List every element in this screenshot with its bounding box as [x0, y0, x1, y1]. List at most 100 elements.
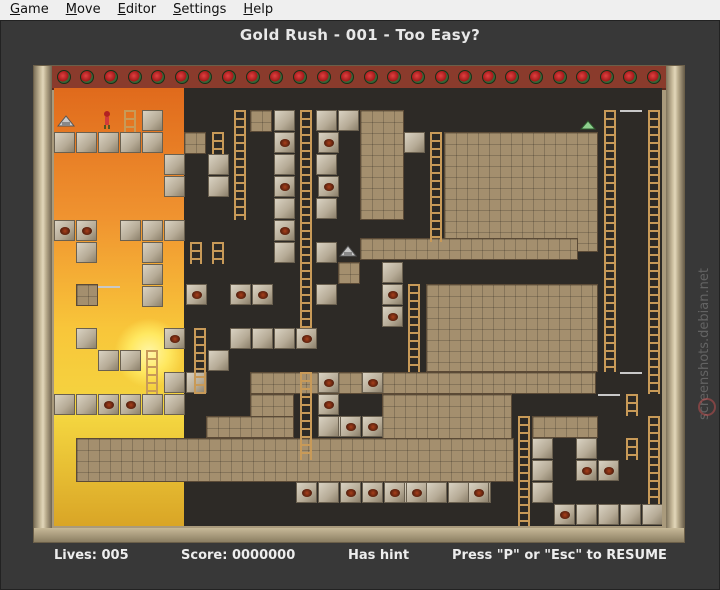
ladder [194, 328, 206, 394]
menu-move[interactable]: Move [56, 0, 108, 20]
ornament-icon [340, 70, 355, 84]
gold-pile-icon [274, 220, 295, 241]
gold-pile-icon [318, 394, 339, 415]
gold-pile-icon [362, 416, 383, 437]
gold-pile-icon [120, 394, 141, 415]
stone-block [316, 154, 337, 175]
ornament-icon [434, 70, 449, 84]
stone-block [54, 132, 75, 153]
stone-block [316, 198, 337, 219]
stone-block [142, 264, 163, 285]
menu-help[interactable]: Help [233, 0, 280, 20]
gold-pile-icon [382, 284, 403, 305]
gold-pile-icon [384, 482, 405, 503]
ornament-icon [292, 70, 307, 84]
brick-wall [426, 284, 598, 372]
ladder [212, 242, 224, 264]
stone-block [274, 110, 295, 131]
stone-block [620, 504, 641, 525]
stone-block [316, 284, 337, 305]
stone-block [274, 198, 295, 219]
ornament-icon [387, 70, 402, 84]
ladder [408, 284, 420, 372]
gold-pile-icon [598, 460, 619, 481]
gold-pile-icon [296, 482, 317, 503]
stone-block [142, 132, 163, 153]
brick-wall [360, 238, 578, 260]
stone-block [598, 504, 619, 525]
playfield[interactable] [54, 88, 662, 526]
ornament-icon [576, 70, 591, 84]
ladder [430, 132, 442, 242]
hand-bar [620, 110, 642, 112]
ladder [648, 416, 660, 504]
stone-block [76, 328, 97, 349]
stone-block [164, 394, 185, 415]
ornament-icon [647, 70, 662, 84]
stone-block [230, 328, 251, 349]
right-pillar [666, 66, 684, 542]
ornament-icon [127, 70, 142, 84]
ladder [626, 438, 638, 460]
ornament-icon [80, 70, 95, 84]
stone-block [120, 220, 141, 241]
stone-block [318, 482, 339, 503]
stone-block [142, 110, 163, 131]
gold-pile-icon [274, 176, 295, 197]
stone-block [208, 350, 229, 371]
brick-wall [206, 416, 294, 438]
menu-bar: Game Move Editor Settings Help [0, 0, 720, 21]
gold-pile-icon [296, 328, 317, 349]
stone-block [76, 394, 97, 415]
stone-block [164, 372, 185, 393]
menu-game[interactable]: Game [0, 0, 56, 20]
stone-block [576, 438, 597, 459]
debian-swirl-icon [698, 398, 716, 416]
status-bar: Lives: 005 Score: 0000000 Has hint Press… [0, 548, 720, 564]
brick-wall [444, 132, 598, 252]
enemy-icon [580, 120, 596, 130]
menu-settings[interactable]: Settings [163, 0, 233, 20]
hint-indicator: Has hint [348, 548, 410, 563]
gold-pile-icon [98, 394, 119, 415]
ornament-icon [410, 70, 425, 84]
stone-block [426, 482, 447, 503]
stone-block [76, 132, 97, 153]
gold-pile-icon [362, 372, 383, 393]
gold-pile-icon [340, 416, 361, 437]
ornament-icon [269, 70, 284, 84]
ladder [146, 350, 158, 394]
ornament-icon [151, 70, 166, 84]
gold-pile-icon [554, 504, 575, 525]
gold-pile-icon [576, 460, 597, 481]
stone-block [208, 176, 229, 197]
stone-block [532, 460, 553, 481]
stone-block [142, 220, 163, 241]
stone-block [532, 438, 553, 459]
ladder [300, 110, 312, 328]
stone-block [274, 328, 295, 349]
ornament-icon [363, 70, 378, 84]
brick-wall [338, 262, 360, 284]
ornament-icon [174, 70, 189, 84]
hand-bar [620, 372, 642, 374]
stone-block [532, 482, 553, 503]
stone-block [318, 416, 339, 437]
menu-editor[interactable]: Editor [108, 0, 163, 20]
gold-pile-icon [340, 482, 361, 503]
ladder [124, 110, 136, 132]
stone-block [642, 504, 662, 525]
level-frame [33, 65, 685, 543]
runner-icon [104, 111, 110, 129]
bottom-beam [34, 528, 684, 542]
ornament-icon [528, 70, 543, 84]
stone-block [164, 220, 185, 241]
brick-wall [532, 416, 598, 438]
stone-block [448, 482, 469, 503]
stone-block [98, 132, 119, 153]
stone-block [120, 350, 141, 371]
ladder [604, 110, 616, 372]
ornament-icon [104, 70, 119, 84]
gold-pile-icon [318, 372, 339, 393]
gold-pile-icon [186, 284, 207, 305]
